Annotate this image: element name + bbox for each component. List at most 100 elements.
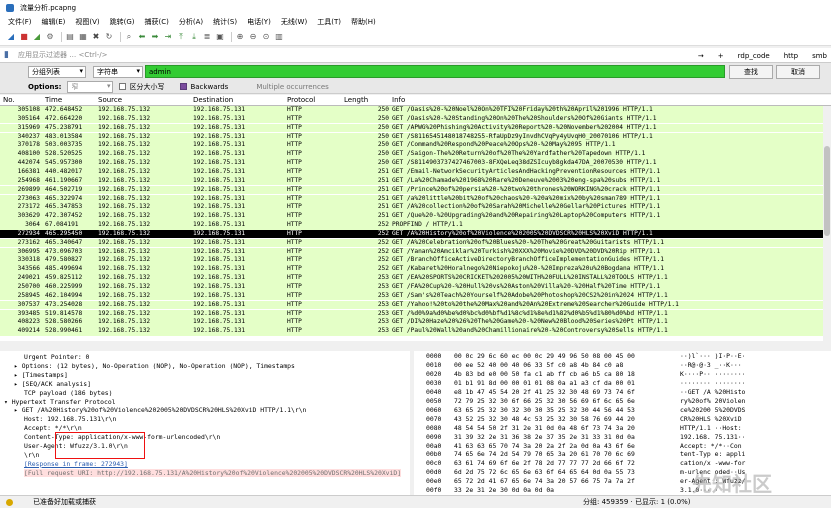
filter-arrow-icon[interactable]: → — [698, 52, 704, 60]
colorize-icon[interactable]: ▣ — [215, 32, 225, 42]
hex-row[interactable]: 00a0 41 63 63 65 70 74 3a 20 2a 2f 2a 0d … — [414, 442, 831, 451]
detail-line[interactable]: User-Agent: Wfuzz/3.1.0\r\n — [24, 442, 128, 451]
go-back-icon[interactable]: ⬅ — [137, 32, 147, 42]
hex-row[interactable]: 0040 e8 1b 47 45 54 20 2f 41 25 32 30 48 … — [414, 388, 831, 397]
packet-row[interactable]: 409214 528.990461 192.168.75.132 192.168.75… — [0, 327, 831, 336]
hex-row[interactable]: 0070 43 52 25 32 30 48 4c 53 25 32 30 58 … — [414, 415, 831, 424]
go-to-packet-icon[interactable]: ⇥ — [163, 32, 173, 42]
packet-row[interactable]: 273172 465.347853 192.168.75.132 192.168.75… — [0, 203, 831, 212]
hex-row[interactable]: 0080 48 54 54 50 2f 31 2e 31 0d 0a 48 6f … — [414, 424, 831, 433]
packet-row[interactable]: 272934 465.295450 192.168.75.132 192.168.75… — [0, 229, 831, 239]
detail-line[interactable]: Accept: */*\r\n — [24, 424, 82, 433]
packet-row[interactable]: 305108 472.648452 192.168.75.132 192.168.75… — [0, 106, 831, 115]
packet-row[interactable]: 330318 479.580827 192.168.75.132 192.168.75… — [0, 256, 831, 266]
packet-row[interactable]: 315969 475.238791 192.168.75.132 192.168.75… — [0, 123, 831, 133]
zoom-reset-icon[interactable]: ⊙ — [261, 32, 271, 42]
packet-row[interactable]: 303629 472.307452 192.168.75.132 192.168.75… — [0, 212, 831, 221]
capture-options-icon[interactable]: ⚙ — [45, 32, 55, 42]
column-header-info[interactable]: Info — [392, 96, 405, 104]
packet-row[interactable]: 254968 461.190667 192.168.75.132 192.168.75… — [0, 176, 831, 186]
close-file-icon[interactable]: ✖ — [91, 32, 101, 42]
shark-fin-start-icon[interactable]: ◢ — [6, 32, 16, 42]
column-header-destination[interactable]: Destination — [193, 96, 233, 104]
pane-splitter[interactable] — [0, 341, 831, 351]
detail-line[interactable]: [Full request URI: http://192.168.75.131… — [24, 468, 402, 478]
go-first-icon[interactable]: ⤒ — [176, 32, 186, 42]
menu-edit[interactable]: 编辑(E) — [42, 17, 66, 27]
menu-help[interactable]: 帮助(H) — [351, 17, 376, 27]
detail-line[interactable]: TCP payload (186 bytes) — [24, 389, 113, 398]
detail-line[interactable]: ▸ GET /A%20History%20of%20Violence%20200… — [14, 406, 306, 415]
resize-columns-icon[interactable]: ▥ — [274, 32, 284, 42]
detail-line[interactable]: Content-Type: application/x-www-form-url… — [24, 433, 220, 442]
find-packet-icon[interactable]: ⌕ — [124, 32, 134, 42]
backwards-checkbox[interactable] — [180, 83, 188, 90]
column-header-protocol[interactable]: Protocol — [287, 96, 315, 104]
hex-row[interactable]: 0030 01 b1 91 8d 00 00 01 01 08 0a a1 a3 … — [414, 379, 831, 388]
packet-row[interactable]: 305164 472.664220 192.168.75.132 192.168.75… — [0, 114, 831, 124]
menu-telephony[interactable]: 电话(Y) — [247, 17, 271, 27]
detail-line[interactable]: Urgent Pointer: 0 — [24, 353, 89, 362]
detail-line[interactable]: ▸ Options: (12 bytes), No-Operation (NOP… — [14, 362, 295, 371]
encoding-select[interactable]: 窄 — [67, 80, 114, 93]
restart-capture-icon[interactable]: ◢ — [32, 32, 42, 42]
packet-row[interactable]: 370178 503.003735 192.168.75.132 192.168.75… — [0, 141, 831, 150]
column-header-time[interactable]: Time — [45, 96, 62, 104]
column-header-source[interactable]: Source — [98, 96, 122, 104]
packet-row[interactable]: 408100 528.520525 192.168.75.132 192.168.75… — [0, 150, 831, 159]
packet-row[interactable]: 258945 462.104994 192.168.75.132 192.168.75… — [0, 291, 831, 301]
packet-row[interactable]: 340237 483.013584 192.168.75.132 192.168.75… — [0, 132, 831, 142]
hex-row[interactable]: 0050 72 79 25 32 30 6f 66 25 32 30 56 69 … — [414, 397, 831, 406]
hex-row[interactable]: 0010 00 ee 52 40 00 40 06 33 5f c0 a8 4b … — [414, 361, 831, 370]
go-last-icon[interactable]: ⤓ — [189, 32, 199, 42]
menu-file[interactable]: 文件(F) — [8, 17, 32, 27]
filter-button-rdp-code[interactable]: rdp_code — [738, 52, 770, 60]
packet-row[interactable]: 307537 473.254028 192.168.75.132 192.168.75… — [0, 300, 831, 310]
column-header-length[interactable]: Length — [344, 96, 368, 104]
stop-capture-icon[interactable]: ■ — [19, 32, 29, 42]
packet-row[interactable]: 269899 464.502719 192.168.75.132 192.168.75… — [0, 185, 831, 195]
packet-row[interactable]: 442074 545.957300 192.168.75.132 192.168.75… — [0, 159, 831, 168]
menu-statistics[interactable]: 统计(S) — [213, 17, 237, 27]
save-file-icon[interactable]: ▦ — [78, 32, 88, 42]
search-in-select[interactable]: 分组列表 — [28, 65, 86, 78]
hex-row[interactable]: 00c0 63 61 74 69 6f 6e 2f 78 2d 77 77 77 … — [414, 459, 831, 468]
hex-row[interactable]: 0060 63 65 25 32 30 32 30 30 35 25 32 30 … — [414, 406, 831, 415]
find-button[interactable]: 查找 — [729, 64, 773, 79]
zoom-in-icon[interactable]: ⊕ — [235, 32, 245, 42]
detail-line[interactable]: [Response in frame: 272943] — [24, 460, 128, 469]
packet-row[interactable]: 343566 485.499694 192.168.75.132 192.168.75… — [0, 265, 831, 274]
packet-row[interactable]: 166381 440.482017 192.168.75.132 192.168.75… — [0, 167, 831, 177]
packet-row[interactable]: 3064 67.084191 192.168.75.132 192.168.75.13… — [0, 221, 831, 230]
zoom-out-icon[interactable]: ⊖ — [248, 32, 258, 42]
packet-row[interactable]: 273162 465.340647 192.168.75.132 192.168.75… — [0, 238, 831, 248]
menu-go[interactable]: 跳转(G) — [110, 17, 135, 27]
column-header-no[interactable]: No. — [3, 96, 15, 104]
bookmark-icon[interactable]: ▮ — [4, 50, 14, 60]
scrollbar-thumb[interactable] — [824, 146, 830, 236]
detail-line[interactable]: Host: 192.168.75.131\r\n — [24, 415, 116, 424]
filter-button-http[interactable]: http — [784, 52, 798, 60]
filter-button-smb[interactable]: smb — [812, 52, 827, 60]
packet-row[interactable]: 306995 473.096703 192.168.75.132 192.168.75… — [0, 247, 831, 257]
hex-row[interactable]: 00b0 74 65 6e 74 2d 54 79 70 65 3a 20 61 … — [414, 450, 831, 459]
multiple-occurrences-label[interactable]: Multiple occurrences — [256, 83, 328, 91]
menu-view[interactable]: 视图(V) — [75, 17, 99, 27]
reload-icon[interactable]: ↻ — [104, 32, 114, 42]
menu-wireless[interactable]: 无线(W) — [281, 17, 307, 27]
search-type-select[interactable]: 字符串 — [93, 65, 143, 78]
open-file-icon[interactable]: ▤ — [65, 32, 75, 42]
go-forward-icon[interactable]: ➡ — [150, 32, 160, 42]
add-filter-button[interactable]: + — [718, 52, 724, 60]
hex-row[interactable]: 0000 00 0c 29 6c 60 ec 00 0c 29 49 96 50 … — [414, 352, 831, 361]
expert-info-icon[interactable] — [6, 498, 13, 506]
detail-line[interactable]: \r\n — [24, 451, 39, 460]
detail-line[interactable]: ▾ Hypertext Transfer Protocol — [4, 398, 116, 407]
packet-row[interactable]: 393485 519.814578 192.168.75.132 192.168.75… — [0, 309, 831, 319]
packet-row[interactable]: 249021 459.825112 192.168.75.132 192.168.75… — [0, 274, 831, 283]
packet-list-scrollbar[interactable] — [823, 106, 831, 341]
cancel-button[interactable]: 取消 — [776, 64, 820, 79]
find-input[interactable]: admin — [145, 65, 725, 78]
display-filter-input[interactable]: 应用显示过滤器 … <Ctrl-/> — [18, 49, 678, 61]
hex-row[interactable]: 0020 4b 83 bd e0 00 50 fa c1 ab ff cb a6 … — [414, 370, 831, 379]
